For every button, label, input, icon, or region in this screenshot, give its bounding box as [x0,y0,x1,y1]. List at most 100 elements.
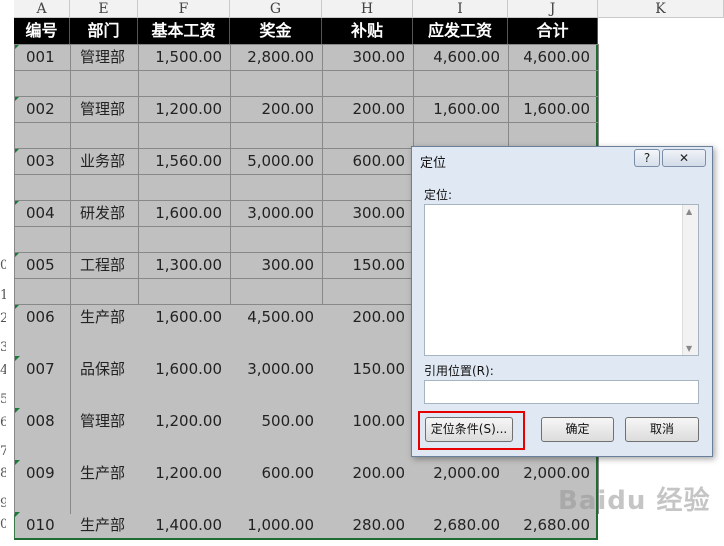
table-cell[interactable]: 5,000.00 [230,148,322,174]
ok-button[interactable]: 确定 [541,417,614,442]
row-number[interactable]: 7 [0,444,6,459]
table-cell[interactable]: 2,800.00 [230,44,322,70]
table-cell[interactable]: 300.00 [322,200,413,226]
header-cell[interactable]: 补贴 [322,18,413,44]
help-button[interactable]: ? [634,149,660,167]
cancel-button[interactable]: 取消 [625,417,699,442]
header-cell[interactable]: 应发工资 [413,18,508,44]
close-button[interactable]: ✕ [662,149,706,167]
column-header-h[interactable]: H [322,0,413,18]
cell-indicator-icon [15,408,20,413]
table-cell[interactable]: 生产部 [70,460,138,486]
table-cell[interactable]: 1,300.00 [138,252,230,278]
table-cell[interactable]: 1,600.00 [138,200,230,226]
table-cell[interactable]: 管理部 [70,44,138,70]
dialog-titlebar: 定位 ? ✕ [412,147,712,173]
table-cell[interactable]: 1,200.00 [138,460,230,486]
table-cell[interactable]: 工程部 [70,252,138,278]
header-cell[interactable]: 部门 [70,18,138,44]
table-cell[interactable]: 005 [14,252,70,278]
row-number[interactable]: 0 [0,258,6,273]
table-cell[interactable]: 1,600.00 [138,304,230,330]
table-cell[interactable]: 4,600.00 [508,44,598,70]
table-cell[interactable]: 3,000.00 [230,200,322,226]
goto-listbox[interactable]: ▲ ▼ [424,204,699,356]
table-cell[interactable]: 002 [14,96,70,122]
table-cell[interactable]: 200.00 [230,96,322,122]
table-cell[interactable]: 600.00 [322,148,413,174]
table-cell[interactable]: 009 [14,460,70,486]
table-cell[interactable]: 管理部 [70,96,138,122]
table-cell[interactable]: 2,000.00 [413,460,508,486]
table-cell[interactable]: 150.00 [322,356,413,382]
table-cell[interactable]: 004 [14,200,70,226]
watermark: Baidu 经验 [558,486,711,516]
row-number[interactable]: 0 [0,517,6,532]
table-cell[interactable]: 200.00 [322,304,413,330]
table-cell[interactable]: 1,500.00 [138,44,230,70]
cell-indicator-icon [15,512,20,517]
cell-indicator-icon [15,356,20,361]
row-number[interactable]: 2 [0,311,6,326]
scroll-down-icon[interactable]: ▼ [686,344,692,353]
table-cell[interactable]: 300.00 [322,44,413,70]
table-cell[interactable]: 008 [14,408,70,434]
header-cell[interactable]: 基本工资 [138,18,230,44]
scroll-up-icon[interactable]: ▲ [686,207,692,216]
header-cell[interactable]: 编号 [14,18,70,44]
table-cell[interactable]: 280.00 [322,512,413,538]
table-cell[interactable]: 4,500.00 [230,304,322,330]
grid-line [14,122,598,123]
table-cell[interactable]: 150.00 [322,252,413,278]
table-cell[interactable]: 010 [14,512,70,538]
table-cell[interactable]: 品保部 [70,356,138,382]
grid-line [14,44,15,514]
table-cell[interactable]: 100.00 [322,408,413,434]
table-cell[interactable]: 3,000.00 [230,356,322,382]
table-cell[interactable]: 003 [14,148,70,174]
table-cell[interactable]: 500.00 [230,408,322,434]
row-number[interactable]: 6 [0,415,6,430]
row-number[interactable]: 9 [0,496,6,511]
column-header-g[interactable]: G [230,0,322,18]
table-cell[interactable]: 001 [14,44,70,70]
table-cell[interactable]: 1,600.00 [138,356,230,382]
table-cell[interactable]: 300.00 [230,252,322,278]
column-header-i[interactable]: I [413,0,508,18]
table-cell[interactable]: 1,200.00 [138,96,230,122]
table-cell[interactable]: 200.00 [322,96,413,122]
table-cell[interactable]: 生产部 [70,512,138,538]
row-number[interactable]: 5 [0,392,6,407]
row-number[interactable]: 3 [0,340,6,355]
column-header-a[interactable]: A [14,0,70,18]
table-cell[interactable]: 管理部 [70,408,138,434]
header-cell[interactable]: 奖金 [230,18,322,44]
column-header-f[interactable]: F [138,0,230,18]
table-cell[interactable]: 业务部 [70,148,138,174]
table-cell[interactable]: 200.00 [322,460,413,486]
table-cell[interactable]: 1,200.00 [138,408,230,434]
reference-label: 引用位置(R): [424,364,494,378]
row-number[interactable]: 4 [0,363,6,378]
cell-indicator-icon [15,460,20,465]
header-cell[interactable]: 合计 [508,18,598,44]
column-header-j[interactable]: J [508,0,598,18]
table-cell[interactable]: 1,560.00 [138,148,230,174]
table-cell[interactable]: 1,600.00 [508,96,598,122]
table-cell[interactable]: 006 [14,304,70,330]
row-number[interactable]: 1 [0,288,6,303]
column-header-k[interactable]: K [598,0,724,18]
table-cell[interactable]: 生产部 [70,304,138,330]
table-cell[interactable]: 4,600.00 [413,44,508,70]
table-cell[interactable]: 600.00 [230,460,322,486]
reference-input[interactable] [424,380,699,404]
listbox-scrollbar[interactable]: ▲ ▼ [682,205,698,355]
row-number[interactable]: 8 [0,466,6,481]
table-cell[interactable]: 007 [14,356,70,382]
table-cell[interactable]: 2,680.00 [413,512,508,538]
table-cell[interactable]: 1,000.00 [230,512,322,538]
column-header-e[interactable]: E [70,0,138,18]
table-cell[interactable]: 1,600.00 [413,96,508,122]
table-cell[interactable]: 1,400.00 [138,512,230,538]
table-cell[interactable]: 研发部 [70,200,138,226]
